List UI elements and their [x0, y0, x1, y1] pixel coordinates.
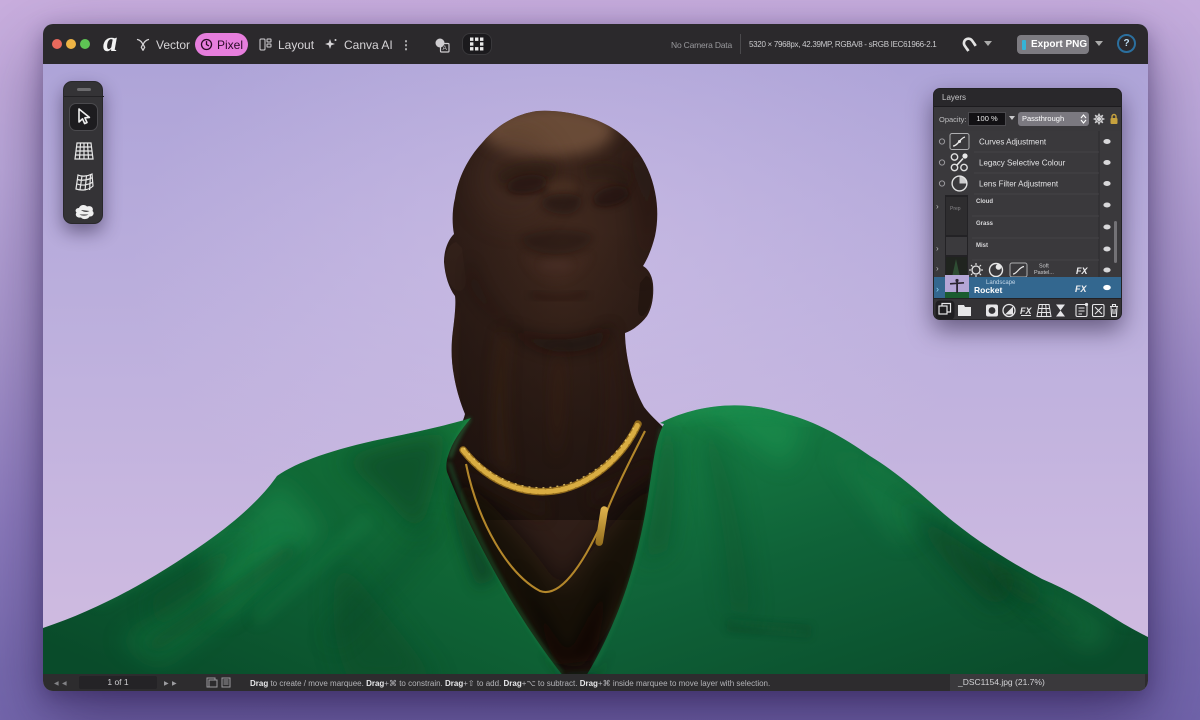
- svg-text:Cloud: Cloud: [976, 199, 993, 205]
- svg-text:›: ›: [936, 202, 939, 211]
- svg-text:Soft: Soft: [1039, 264, 1049, 270]
- svg-text:Grass: Grass: [976, 221, 994, 227]
- svg-text:Mist: Mist: [976, 243, 988, 249]
- svg-text:Legacy Selective Colour: Legacy Selective Colour: [979, 159, 1066, 168]
- svg-text:A: A: [443, 45, 448, 52]
- svg-text:Lens Filter Adjustment: Lens Filter Adjustment: [979, 180, 1059, 189]
- svg-text:Prep: Prep: [950, 206, 961, 212]
- svg-text:FX: FX: [1076, 266, 1088, 276]
- svg-text:Rocket: Rocket: [974, 285, 1003, 295]
- svg-text:FX: FX: [1075, 284, 1087, 294]
- svg-text:›: ›: [936, 264, 939, 273]
- svg-text:Pastel...: Pastel...: [1034, 270, 1054, 276]
- svg-text:›: ›: [936, 284, 939, 294]
- svg-text:›: ›: [936, 244, 939, 253]
- svg-text:FX: FX: [1020, 306, 1032, 316]
- svg-text:Curves Adjustment: Curves Adjustment: [979, 138, 1047, 147]
